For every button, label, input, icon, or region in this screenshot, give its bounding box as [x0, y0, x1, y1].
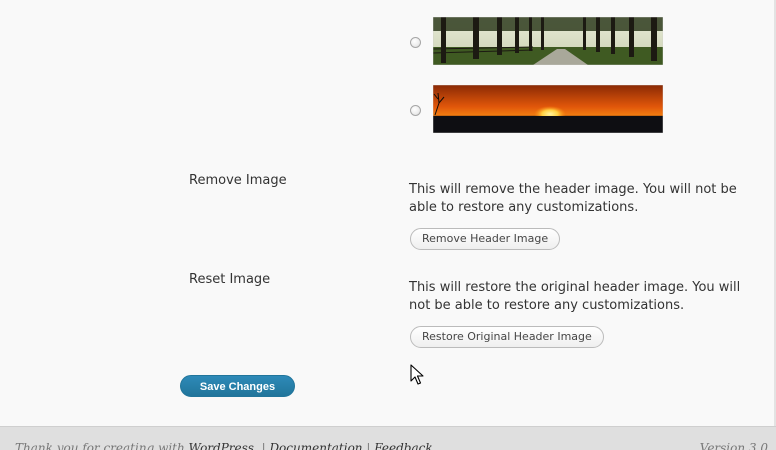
admin-footer: Thank you for creating with WordPress. |…: [0, 426, 776, 450]
footer-thanks: Thank you for creating with WordPress. |…: [15, 441, 433, 450]
header-image-radio-trees[interactable]: [410, 37, 421, 48]
custom-header-page: Remove Image This will remove the header…: [0, 0, 776, 450]
footer-version: Version 3.0: [699, 441, 768, 450]
footer-thanks-text: Thank you for creating with: [15, 441, 189, 450]
footer-documentation-link[interactable]: Documentation: [269, 441, 362, 450]
remove-header-image-button[interactable]: Remove Header Image: [410, 228, 561, 250]
reset-image-label: Reset Image: [189, 272, 271, 287]
header-image-radio-sunset[interactable]: [410, 105, 421, 116]
footer-separator: |: [362, 441, 375, 450]
header-image-thumb-sunset[interactable]: [433, 85, 663, 133]
save-changes-button[interactable]: Save Changes: [180, 375, 295, 397]
reset-image-description: This will restore the original header im…: [409, 280, 741, 313]
header-image-thumb-trees[interactable]: [433, 17, 663, 65]
remove-image-label: Remove Image: [189, 173, 287, 188]
restore-original-header-image-button[interactable]: Restore Original Header Image: [410, 326, 604, 348]
remove-image-description: This will remove the header image. You w…: [409, 182, 737, 215]
mouse-cursor-icon: [410, 364, 424, 390]
footer-feedback-link[interactable]: Feedback: [374, 441, 432, 450]
footer-wordpress-link[interactable]: WordPress: [189, 441, 254, 450]
footer-separator: . |: [253, 441, 270, 450]
